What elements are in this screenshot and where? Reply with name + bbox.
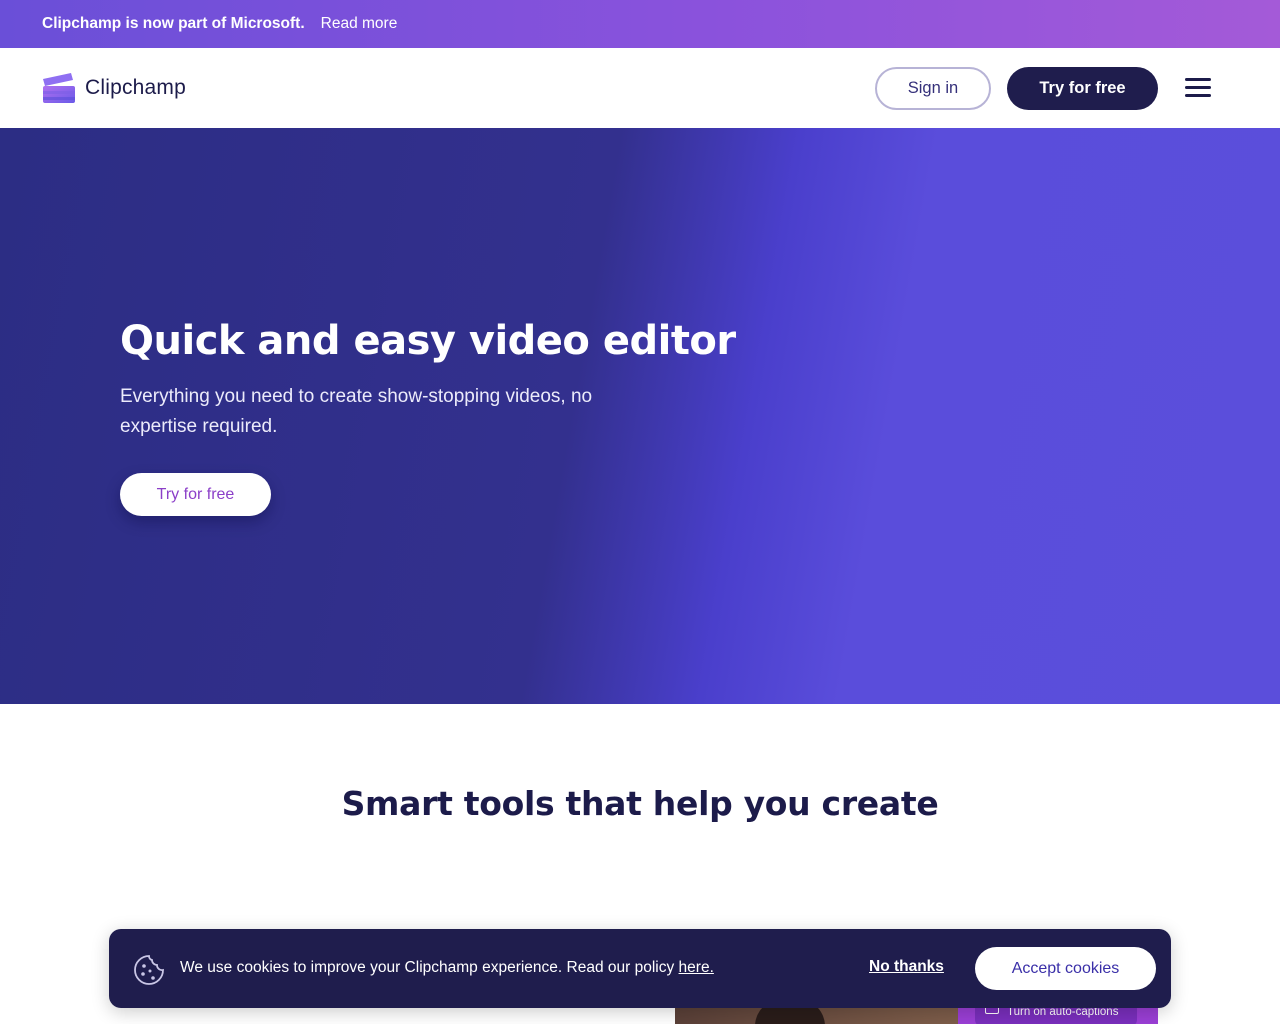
try-for-free-nav-button[interactable]: Try for free <box>1007 67 1158 110</box>
sign-in-button[interactable]: Sign in <box>875 67 991 110</box>
accept-cookies-button[interactable]: Accept cookies <box>975 947 1156 990</box>
tools-section-title: Smart tools that help you create <box>341 784 939 823</box>
clapperboard-logo-icon <box>43 73 75 103</box>
cookie-message: We use cookies to improve your Clipchamp… <box>180 959 714 977</box>
no-thanks-button[interactable]: No thanks <box>869 958 944 976</box>
hero-try-for-free-button[interactable]: Try for free <box>120 473 271 516</box>
hamburger-menu-icon[interactable] <box>1183 76 1213 100</box>
cookie-icon <box>134 955 164 985</box>
hero-section: Quick and easy video editor Everything y… <box>0 128 1280 704</box>
cookie-policy-link[interactable]: here. <box>679 959 714 976</box>
top-navbar: Clipchamp Sign in Try for free <box>0 48 1280 128</box>
read-more-link[interactable]: Read more <box>321 15 398 33</box>
hero-subtitle: Everything you need to create show-stopp… <box>120 386 593 437</box>
announcement-bar: Clipchamp is now part of Microsoft. Read… <box>0 0 1280 48</box>
cookie-banner: We use cookies to improve your Clipchamp… <box>109 929 1171 1008</box>
hero-title: Quick and easy video editor <box>120 318 736 364</box>
clipchamp-logo[interactable]: Clipchamp <box>42 72 186 104</box>
brand-name: Clipchamp <box>85 76 187 99</box>
cookie-message-text: We use cookies to improve your Clipchamp… <box>180 959 679 976</box>
announcement-message: Clipchamp is now part of Microsoft. <box>42 15 305 32</box>
